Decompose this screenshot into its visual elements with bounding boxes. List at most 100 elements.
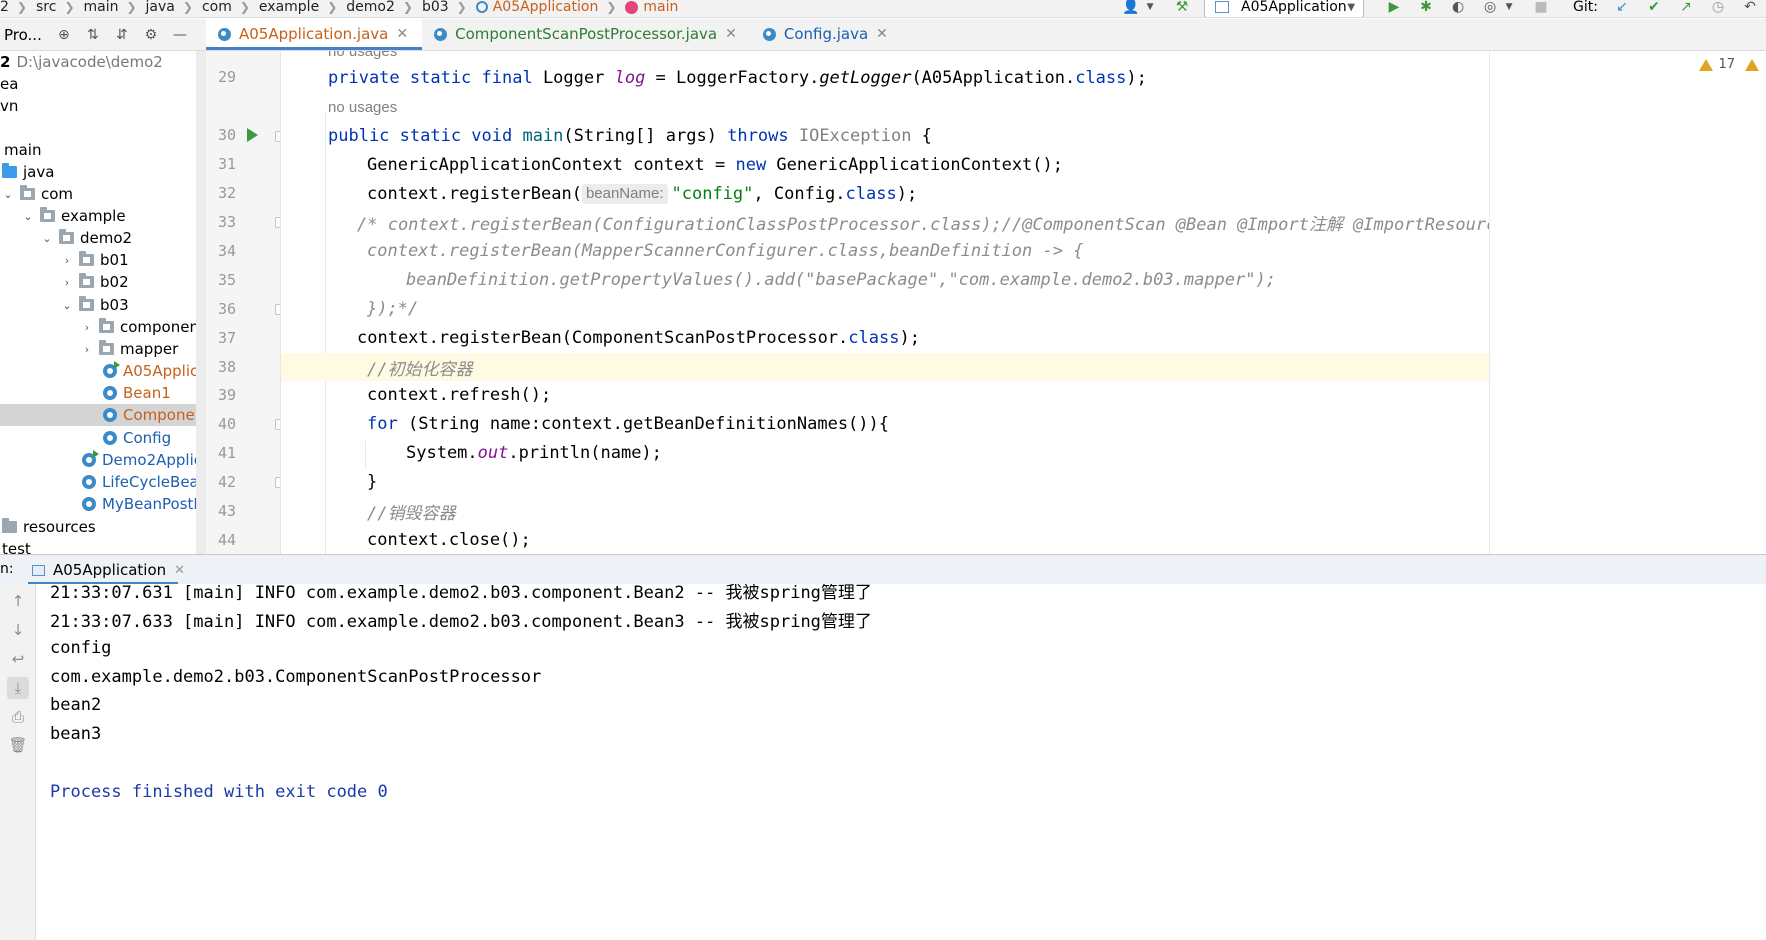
chevron-right-icon[interactable]: › — [81, 321, 93, 334]
tree-item-component[interactable]: › component — [0, 316, 206, 338]
trash-icon[interactable]: 🗑 — [8, 736, 27, 754]
coverage-icon[interactable]: ◐ — [1449, 0, 1467, 16]
tree-item-idea[interactable]: ea — [0, 73, 206, 95]
locate-icon[interactable]: ⊕ — [54, 25, 74, 45]
breadcrumb-item[interactable]: com ❯ — [202, 0, 259, 15]
breadcrumb-item[interactable]: demo2 ❯ — [346, 0, 422, 15]
tree-item-a05application[interactable]: A05Applicati — [0, 360, 206, 382]
tree-item-componentscanpostprocessor[interactable]: ComponentS — [0, 404, 206, 426]
gear-icon[interactable]: ⚙ — [141, 25, 161, 45]
tab-config[interactable]: Config.java ✕ — [751, 18, 902, 50]
build-hammer-icon[interactable]: ⚒ — [1173, 0, 1191, 16]
arrow-up-icon[interactable]: ↑ — [9, 592, 27, 610]
package-icon — [99, 318, 114, 333]
code-line: beanDefinition.getPropertyValues().add("… — [406, 266, 1489, 294]
tree-item-test[interactable]: test — [0, 538, 206, 554]
chevron-down-icon[interactable]: ⌄ — [2, 188, 14, 201]
code-line: System. out .println(name); — [406, 439, 1489, 467]
tree-item-resources[interactable]: resources — [0, 516, 206, 538]
breadcrumb-item[interactable]: b03 ❯ — [422, 0, 476, 15]
tree-item-src[interactable] — [0, 117, 206, 139]
hide-icon[interactable]: — — [170, 25, 190, 45]
git-commit-icon[interactable]: ✔ — [1645, 0, 1663, 16]
tree-item-demo2application[interactable]: Demo2Applicati — [0, 449, 206, 471]
breadcrumb-item[interactable]: main ❯ — [84, 0, 146, 15]
breadcrumb-item[interactable]: java ❯ — [146, 0, 202, 15]
editor-right-margin: 17 — [1489, 51, 1766, 554]
tab-label: Config.java — [783, 25, 869, 43]
chevron-right-icon[interactable]: › — [61, 254, 73, 267]
tree-item-bean1[interactable]: Bean1 — [0, 382, 206, 404]
resources-folder-icon — [2, 518, 17, 533]
close-icon[interactable]: ✕ — [174, 563, 185, 578]
chevron-down-icon[interactable]: ▼ — [1141, 0, 1159, 16]
inspection-widget[interactable]: 17 — [1699, 57, 1764, 72]
chevron-down-icon[interactable]: ▼ — [1500, 0, 1518, 16]
tree-item-b01[interactable]: › b01 — [0, 249, 206, 271]
chevron-right-icon[interactable]: › — [81, 343, 93, 356]
project-panel-title[interactable]: Pro... — [4, 26, 42, 44]
expand-all-icon[interactable]: ⇅ — [83, 25, 103, 45]
code-line: });*/ — [367, 295, 1489, 323]
tree-item-mybeanpostprocessor[interactable]: MyBeanPostPro — [0, 493, 206, 515]
vertical-scrollbar[interactable] — [196, 51, 206, 554]
code-editor[interactable]: no usages private static final Logger lo… — [281, 51, 1489, 554]
tree-item-main[interactable]: main — [0, 139, 206, 161]
breadcrumb-item[interactable]: main — [625, 0, 678, 15]
weak-warning-icon — [1745, 58, 1759, 71]
stop-icon[interactable]: ■ — [1532, 0, 1550, 16]
tree-item-b02[interactable]: › b02 — [0, 271, 206, 293]
collapse-all-icon[interactable]: ⇵ — [112, 25, 132, 45]
arrow-down-icon[interactable]: ↓ — [9, 621, 27, 639]
tab-componentscanpostprocessor[interactable]: ComponentScanPostProcessor.java ✕ — [422, 18, 751, 50]
package-icon — [99, 340, 114, 355]
git-push-icon[interactable]: ↗ — [1677, 0, 1695, 16]
chevron-right-icon[interactable]: › — [61, 276, 73, 289]
tree-item-b03[interactable]: ⌄ b03 — [0, 294, 206, 316]
code-token: throws — [727, 126, 799, 146]
tree-item-lifecyclebean[interactable]: LifeCycleBean — [0, 471, 206, 493]
tab-label: ComponentScanPostProcessor.java — [455, 25, 718, 43]
chevron-down-icon[interactable]: ⌄ — [41, 232, 53, 245]
tree-item-com[interactable]: ⌄ com — [0, 183, 206, 205]
debug-icon[interactable]: ✱ — [1417, 0, 1435, 16]
git-update-icon[interactable]: ↙ — [1613, 0, 1631, 16]
breadcrumb-item[interactable]: 2 ❯ — [0, 0, 36, 15]
tab-a05application[interactable]: A05Application.java ✕ — [206, 18, 423, 50]
run-icon[interactable]: ▶ — [1385, 0, 1403, 16]
print-icon[interactable]: ⎙ — [9, 708, 27, 726]
tree-item-config[interactable]: Config — [0, 427, 206, 449]
close-icon[interactable]: ✕ — [725, 26, 737, 42]
tree-item-project-root[interactable]: 2 D:\javacode\demo2 — [0, 51, 206, 73]
code-comment: /* context.registerBean(ConfigurationCla… — [357, 214, 1489, 235]
console-output[interactable]: 21:33:07.631 [main] INFO com.example.dem… — [36, 584, 1766, 940]
console-line: config — [50, 638, 112, 658]
code-comment: });*/ — [367, 299, 419, 319]
chevron-down-icon[interactable]: ⌄ — [22, 210, 34, 223]
run-gutter-icon[interactable] — [247, 128, 258, 142]
close-icon[interactable]: ✕ — [396, 26, 408, 42]
close-icon[interactable]: ✕ — [876, 26, 888, 42]
chevron-right-icon: ❯ — [456, 0, 467, 14]
chevron-right-icon: ❯ — [16, 0, 27, 14]
run-tab-a05application[interactable]: A05Application ✕ — [28, 555, 195, 585]
tree-item-mvn[interactable]: vn — [0, 95, 206, 117]
tree-item-demo2[interactable]: ⌄ demo2 — [0, 227, 206, 249]
rollback-icon[interactable]: ↶ — [1741, 0, 1759, 16]
breadcrumb-item[interactable]: src ❯ — [36, 0, 84, 15]
scroll-to-end-icon[interactable]: ⤓ — [7, 677, 29, 699]
tree-item-java[interactable]: java — [0, 161, 206, 183]
soft-wrap-icon[interactable]: ↩ — [9, 650, 27, 668]
user-icon[interactable]: 👤 — [1122, 0, 1140, 16]
breadcrumb-item[interactable]: example ❯ — [259, 0, 346, 15]
breadcrumb-item[interactable]: A05Application ❯ — [475, 0, 626, 15]
tree-item-mapper[interactable]: › mapper — [0, 338, 206, 360]
tree-item-example[interactable]: ⌄ example — [0, 205, 206, 227]
run-configuration-selector[interactable]: A05Application ▼ — [1204, 0, 1365, 17]
git-label: Git: — [1573, 0, 1598, 15]
chevron-right-icon: ❯ — [126, 0, 137, 14]
profile-icon[interactable]: ◎ — [1481, 0, 1499, 16]
chevron-down-icon[interactable]: ⌄ — [61, 299, 73, 312]
history-icon[interactable]: ◷ — [1709, 0, 1727, 16]
code-line: public static void main (String[] args) t… — [328, 122, 1489, 150]
